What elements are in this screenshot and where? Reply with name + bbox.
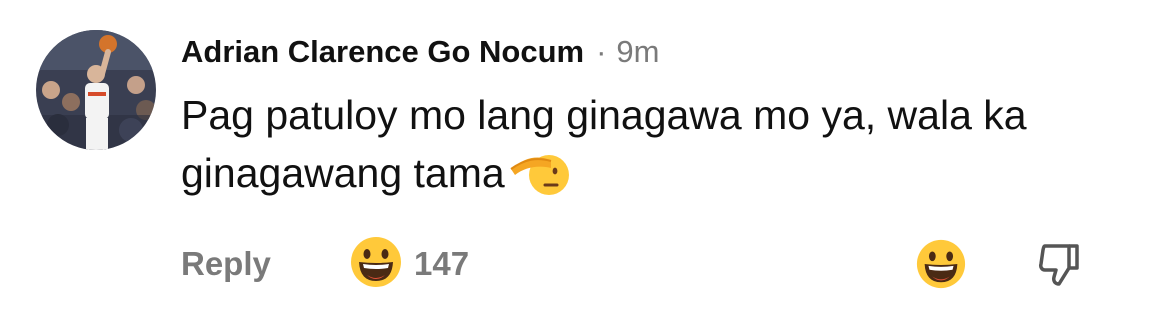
timestamp[interactable]: 9m bbox=[616, 34, 659, 70]
thumbs-down-icon bbox=[1037, 244, 1083, 292]
header-separator: · bbox=[596, 34, 607, 69]
author-name[interactable]: Adrian Clarence Go Nocum bbox=[181, 34, 584, 70]
comment-text: Pag patuloy mo lang ginagawa mo ya, wala… bbox=[181, 92, 1027, 196]
reaction-summary[interactable]: 147 bbox=[349, 236, 469, 292]
react-button[interactable] bbox=[915, 238, 967, 290]
comment-header: Adrian Clarence Go Nocum · 9m bbox=[181, 30, 660, 74]
dislike-button[interactable] bbox=[1037, 242, 1083, 288]
reaction-count: 147 bbox=[414, 245, 470, 282]
avatar-image bbox=[36, 30, 156, 150]
comment-text-block: Pag patuloy mo lang ginagawa mo ya, wala… bbox=[181, 86, 1081, 202]
grinning-face-icon bbox=[915, 239, 967, 294]
grinning-face-icon bbox=[349, 235, 403, 294]
saluting-face-icon bbox=[507, 147, 571, 195]
comment: Adrian Clarence Go Nocum · 9m Pag patulo… bbox=[0, 0, 1169, 329]
avatar[interactable] bbox=[36, 30, 156, 150]
reply-button[interactable]: Reply bbox=[181, 245, 271, 283]
comment-actions: Reply 147 bbox=[181, 234, 1101, 294]
